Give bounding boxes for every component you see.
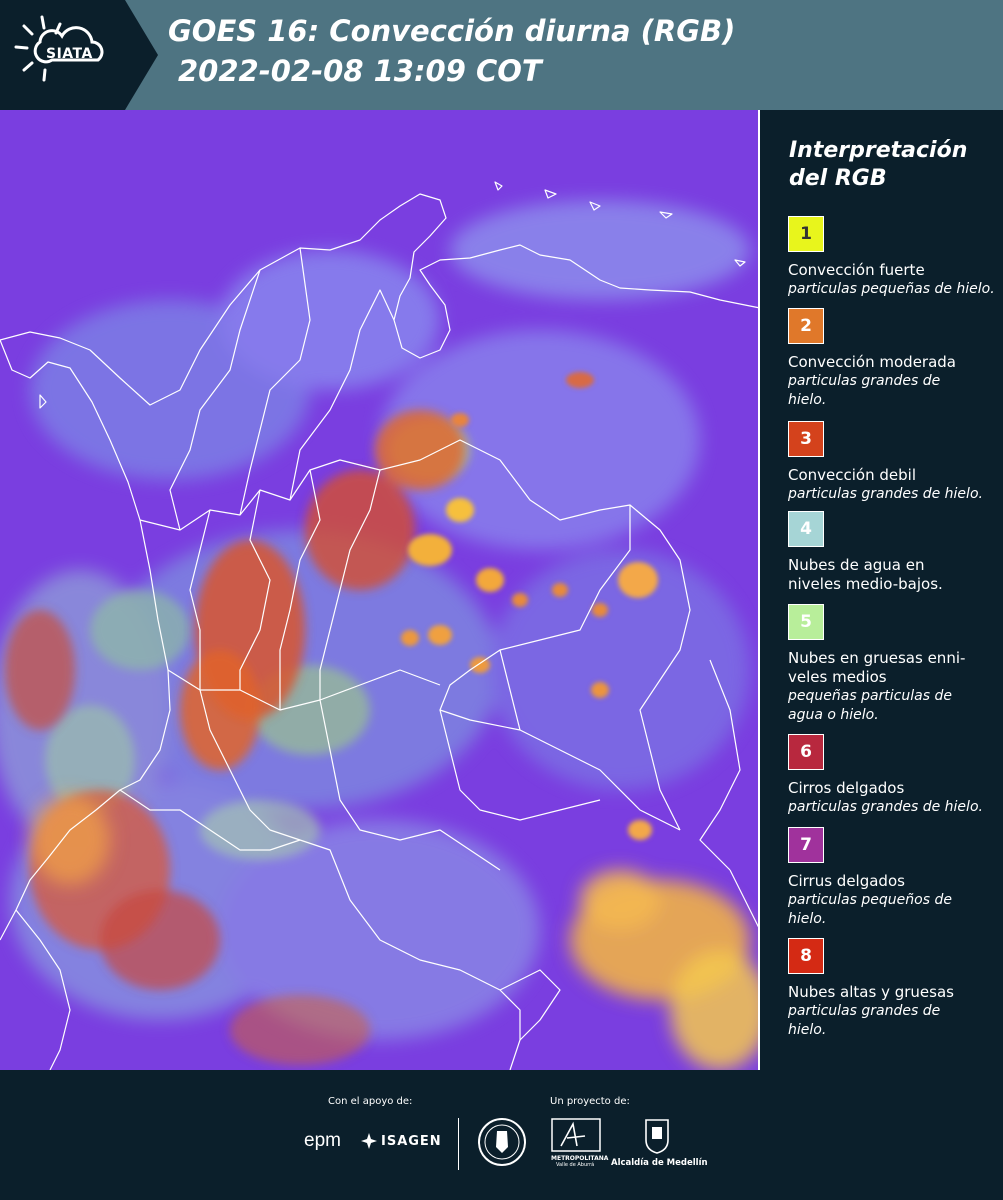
siata-logo[interactable]: SIATA	[0, 0, 158, 110]
legend-swatch-8: 8	[788, 938, 824, 974]
legend-swatch-1: 1	[788, 216, 824, 252]
epm-logo[interactable]: epm	[304, 1130, 341, 1152]
university-seal-icon[interactable]	[477, 1117, 527, 1167]
legend-sublabel: particulas grandes de hielo.	[788, 1003, 941, 1038]
legend-label: Cirros delgados	[788, 779, 905, 797]
footer-divider	[458, 1118, 459, 1170]
legend-swatch-3: 3	[788, 421, 824, 457]
legend-sublabel: particulas grandes de hielo.	[788, 799, 983, 815]
legend-panel: Interpretación del RGB 1 Convección fuer…	[762, 110, 1003, 1070]
legend-swatch-5: 5	[788, 604, 824, 640]
legend-label: Cirrus delgados	[788, 872, 905, 890]
legend-item-1: 1 Convección fuerte particulas pequeñas …	[788, 216, 998, 299]
legend-swatch-6: 6	[788, 734, 824, 770]
legend-label: Nubes en gruesas enni-veles medios	[788, 649, 966, 686]
legend-item-2: 2 Convección moderada particulas grandes…	[788, 308, 998, 410]
legend-sublabel: particulas pequeñas de hielo.	[788, 281, 995, 297]
legend-swatch-2: 2	[788, 308, 824, 344]
legend-number: 1	[800, 224, 812, 244]
medellin-text: Alcaldía de Medellín	[611, 1158, 708, 1168]
legend-sublabel: particulas pequeños de hielo.	[788, 892, 952, 927]
area-metropolitana-subtext: Valle de Aburrá	[556, 1162, 595, 1168]
legend-item-8: 8 Nubes altas y gruesas particulas grand…	[788, 938, 998, 1040]
legend-sublabel: pequeñas particulas de agua o hielo.	[788, 688, 952, 723]
support-caption: Con el apoyo de:	[328, 1096, 413, 1107]
footer: Con el apoyo de: Un proyecto de: epm ISA…	[0, 1070, 1003, 1200]
logo-text: SIATA	[46, 46, 93, 62]
legend-label: Convección debil	[788, 466, 916, 484]
legend-item-7: 7 Cirrus delgados particulas pequeños de…	[788, 827, 998, 929]
satellite-image[interactable]	[0, 110, 760, 1070]
legend-number: 5	[800, 612, 812, 632]
header-bar: SIATA GOES 16: Convección diurna (RGB) 2…	[0, 0, 1003, 110]
legend-item-4: 4 Nubes de agua en niveles medio-bajos.	[788, 511, 998, 594]
legend-title: Interpretación del RGB	[789, 138, 968, 191]
legend-item-5: 5 Nubes en gruesas enni-veles medios peq…	[788, 604, 998, 725]
isagen-logo[interactable]: ISAGEN	[381, 1134, 442, 1149]
legend-number: 7	[800, 835, 812, 855]
legend-sublabel: particulas grandes de hielo.	[788, 486, 983, 502]
legend-number: 2	[800, 316, 812, 336]
satellite-map-svg	[0, 110, 758, 1070]
area-metropolitana-icon[interactable]	[551, 1118, 601, 1152]
project-caption: Un proyecto de:	[550, 1096, 630, 1107]
legend-label: Convección fuerte	[788, 261, 925, 279]
legend-swatch-4: 4	[788, 511, 824, 547]
legend-swatch-7: 7	[788, 827, 824, 863]
legend-item-3: 3 Convección debil particulas grandes de…	[788, 421, 998, 504]
legend-label: Nubes de agua en niveles medio-bajos.	[788, 556, 943, 593]
page-timestamp: 2022-02-08 13:09 COT	[178, 54, 542, 88]
legend-number: 3	[800, 429, 812, 449]
legend-label: Nubes altas y gruesas	[788, 983, 954, 1001]
legend-item-6: 6 Cirros delgados particulas grandes de …	[788, 734, 998, 817]
legend-number: 6	[800, 742, 812, 762]
legend-sublabel: particulas grandes de hielo.	[788, 373, 941, 408]
legend-label: Convección moderada	[788, 353, 956, 371]
area-metropolitana-text: METROPOLITANA	[551, 1155, 609, 1162]
legend-number: 4	[800, 519, 812, 539]
legend-number: 8	[800, 946, 812, 966]
medellin-shield-icon[interactable]	[644, 1118, 670, 1154]
isagen-icon	[360, 1132, 378, 1150]
page-title: GOES 16: Convección diurna (RGB)	[168, 14, 736, 48]
